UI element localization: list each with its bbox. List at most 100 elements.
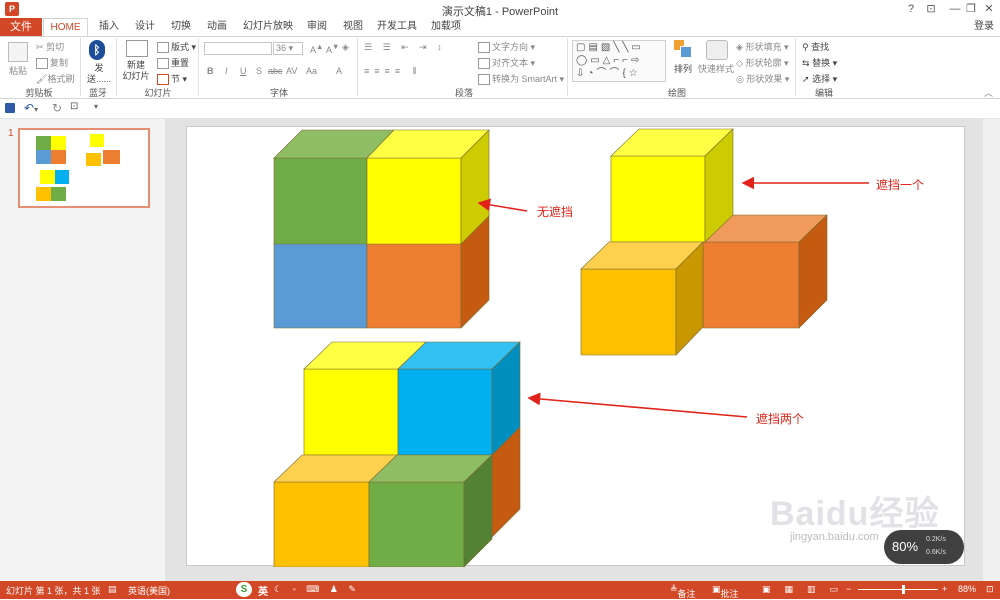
font-name-combo[interactable] bbox=[204, 42, 272, 55]
char-spacing-button[interactable]: AV bbox=[286, 66, 297, 76]
shape-outline-button[interactable]: ◇ 形状轮廓 ▾ bbox=[736, 56, 788, 69]
new-slide-icon[interactable] bbox=[126, 40, 148, 57]
cut-label: 剪切 bbox=[46, 42, 65, 52]
meter-download: 0.6K/s bbox=[926, 549, 946, 556]
shape-effects-button[interactable]: ◎ 形状效果 ▾ bbox=[736, 72, 789, 85]
find-button[interactable]: ⚲ 查找 bbox=[802, 40, 829, 53]
section-button[interactable]: 节 ▾ bbox=[157, 72, 187, 86]
tab-file[interactable]: 文件 bbox=[0, 18, 42, 36]
reset-button[interactable]: 重置 bbox=[157, 56, 189, 70]
font-size-combo[interactable]: 36 ▾ bbox=[273, 42, 303, 55]
shapes-gallery[interactable]: ▢▤▧╲╲▭ ◯▭△⌐⌐⇨ ⇩◔⌒⌒{☆ bbox=[572, 40, 666, 82]
slide-count-status[interactable]: 幻灯片 第 1 张，共 1 张 bbox=[6, 584, 101, 597]
start-slideshow-icon[interactable]: ⊡ bbox=[70, 101, 78, 112]
quick-styles-button[interactable]: 快速样式 bbox=[698, 62, 734, 75]
convert-smartart-button[interactable]: 转换为 SmartArt ▾ bbox=[478, 72, 564, 86]
customize-qat-icon[interactable]: ▾ bbox=[94, 102, 98, 111]
layout-button[interactable]: 版式 ▾ bbox=[157, 40, 196, 54]
paste-button[interactable]: 粘贴 bbox=[9, 64, 27, 77]
list-buttons[interactable]: ☰ ☰ ⇤ ⇥ ↕ bbox=[364, 42, 446, 53]
close-button[interactable]: ✕ bbox=[978, 1, 1000, 17]
annotation-two-occluded[interactable]: 遮挡两个 bbox=[756, 410, 804, 427]
shape-fill-button[interactable]: ◈ 形状填充 ▾ bbox=[736, 40, 788, 53]
view-buttons[interactable]: ▣▦▥▭ bbox=[762, 584, 852, 595]
binoculars-icon: ⚲ bbox=[802, 42, 809, 52]
cube-group-two-occluded[interactable] bbox=[273, 341, 521, 568]
format-painter-button[interactable]: 🖌格式刷 bbox=[36, 72, 74, 85]
thumbnail-number: 1 bbox=[8, 128, 14, 139]
meter-upload: 0.2K/s bbox=[926, 536, 946, 543]
fit-to-window-icon[interactable]: ⊡ bbox=[986, 584, 994, 595]
cube-group-no-occlusion[interactable] bbox=[273, 129, 490, 329]
new-slide-button[interactable]: 新建 幻灯片 bbox=[120, 60, 152, 82]
align-buttons[interactable]: ≡≡≡≡ ⫴ bbox=[364, 66, 421, 77]
annotation-one-occluded[interactable]: 遮挡一个 bbox=[876, 176, 924, 193]
ime-mode[interactable]: 英 bbox=[258, 583, 268, 598]
select-button[interactable]: ➚ 选择 ▾ bbox=[802, 72, 837, 85]
cube-group-one-occluded[interactable] bbox=[580, 128, 828, 356]
tab-home[interactable]: HOME bbox=[43, 18, 88, 37]
login-link[interactable]: 登录 bbox=[974, 18, 994, 36]
tab-insert[interactable]: 插入 bbox=[96, 18, 122, 36]
vertical-scrollbar[interactable] bbox=[983, 119, 1000, 581]
comments-button[interactable]: ▣ 批注 bbox=[712, 584, 739, 599]
redo-icon[interactable]: ↻ bbox=[52, 101, 62, 115]
paragraph-group-label: 段落 bbox=[454, 88, 473, 98]
zoom-slider[interactable] bbox=[858, 589, 938, 590]
strikethrough-button[interactable]: abc bbox=[268, 66, 283, 76]
save-icon[interactable] bbox=[5, 103, 15, 113]
ribbon-display-icon[interactable]: ⊡ bbox=[920, 1, 942, 17]
ime-toolbar-icons[interactable]: ☾ ◦ ⌨ ♟ ✎ bbox=[274, 584, 360, 595]
arrange-button[interactable]: 排列 bbox=[674, 62, 692, 75]
slide-thumbnail[interactable] bbox=[18, 128, 150, 208]
copy-button[interactable]: 复制 bbox=[36, 56, 69, 70]
notes-button[interactable]: ≜ 备注 bbox=[670, 584, 696, 599]
shrink-font-button[interactable]: A▼ bbox=[326, 42, 339, 55]
zoom-in-button[interactable]: + bbox=[942, 584, 947, 594]
font-color-button[interactable]: A bbox=[336, 66, 342, 76]
reset-icon bbox=[157, 58, 169, 70]
tab-design[interactable]: 设计 bbox=[132, 18, 158, 36]
help-icon[interactable]: ? bbox=[900, 1, 922, 17]
cut-button[interactable]: ✂ 剪切 bbox=[36, 40, 64, 53]
italic-button[interactable]: I bbox=[225, 66, 228, 76]
zoom-slider-thumb[interactable] bbox=[902, 585, 905, 594]
collapse-ribbon-icon[interactable]: ︿ bbox=[984, 86, 993, 99]
tab-view[interactable]: 视图 bbox=[340, 18, 366, 36]
sogou-ime-icon[interactable]: S bbox=[236, 582, 252, 597]
spellcheck-icon[interactable]: ▤ bbox=[108, 584, 117, 595]
bold-button[interactable]: B bbox=[207, 66, 214, 76]
align-text-button[interactable]: 对齐文本 ▾ bbox=[478, 56, 535, 70]
cursor-icon: ➚ bbox=[802, 74, 810, 84]
underline-button[interactable]: U bbox=[240, 66, 247, 76]
tab-transitions[interactable]: 切换 bbox=[168, 18, 194, 36]
zoom-level[interactable]: 88% bbox=[958, 584, 976, 594]
language-status[interactable]: 英语(美国) bbox=[128, 584, 170, 597]
effects-icon: ◎ bbox=[736, 74, 744, 84]
change-case-button[interactable]: Aa bbox=[306, 66, 317, 76]
paste-icon[interactable] bbox=[8, 42, 28, 62]
tab-developer[interactable]: 开发工具 bbox=[376, 18, 418, 36]
arrange-icon[interactable] bbox=[674, 40, 692, 58]
clear-format-icon[interactable]: ◈ bbox=[342, 42, 349, 53]
meter-value: 80% bbox=[892, 539, 919, 554]
undo-icon[interactable]: ↶▾ bbox=[24, 101, 38, 115]
select-label: 选择 bbox=[812, 74, 831, 84]
text-direction-button[interactable]: 文字方向 ▾ bbox=[478, 40, 535, 54]
shadow-button[interactable]: S bbox=[256, 66, 262, 76]
bluetooth-icon[interactable]: ᛒ bbox=[89, 40, 105, 60]
bluetooth-send-button[interactable]: 发送...... bbox=[86, 63, 112, 85]
tab-review[interactable]: 审阅 bbox=[304, 18, 330, 36]
grow-font-button[interactable]: A▲ bbox=[310, 42, 323, 55]
scissors-icon: ✂ bbox=[36, 42, 44, 52]
copy-label: 复制 bbox=[50, 58, 69, 68]
annotation-no-occlusion[interactable]: 无遮挡 bbox=[537, 203, 573, 220]
watermark-url: jingyan.baidu.com bbox=[790, 531, 879, 543]
replace-button[interactable]: ⇆ 替换 ▾ bbox=[802, 56, 837, 69]
tab-slideshow[interactable]: 幻灯片放映 bbox=[242, 18, 294, 36]
section-label: 节 bbox=[171, 74, 181, 84]
quick-styles-icon[interactable] bbox=[706, 40, 728, 60]
tab-animations[interactable]: 动画 bbox=[204, 18, 230, 36]
zoom-out-button[interactable]: − bbox=[846, 584, 851, 594]
tab-addins[interactable]: 加载项 bbox=[426, 18, 466, 36]
